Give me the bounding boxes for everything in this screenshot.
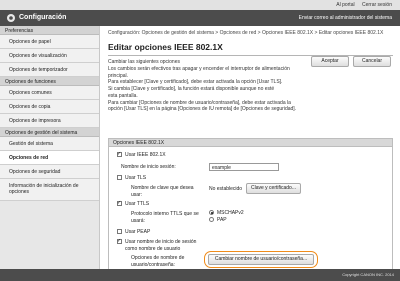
- sidebar-item-display[interactable]: Opciones de visualización: [0, 49, 99, 63]
- settings-gear-icon: [7, 14, 15, 22]
- app-title: Configuración: [19, 14, 67, 21]
- sidebar-item-timer[interactable]: Opciones de temporizador: [0, 63, 99, 77]
- sidebar-item-common[interactable]: Opciones comunes: [0, 86, 99, 100]
- use-ttls-label: Usar TTLS: [125, 201, 150, 207]
- sidebar-section-system: Opciones de gestión del sistema: [0, 128, 99, 137]
- userpass-label: Opciones de nombre de: [131, 255, 185, 261]
- logout-link[interactable]: Cerrar sesión: [362, 2, 392, 8]
- sidebar-item-network[interactable]: Opciones de red: [0, 151, 99, 165]
- title-divider: [108, 55, 393, 56]
- app-header: Configuración Enviar correo al administr…: [0, 10, 400, 26]
- page-title: Editar opciones IEEE 802.1X: [108, 42, 223, 52]
- login-name-input[interactable]: example: [209, 163, 279, 171]
- top-link-bar: Al portal Cerrar sesión: [0, 0, 400, 10]
- use-login-as-username-checkbox[interactable]: [117, 238, 122, 244]
- use-ieee-checkbox[interactable]: [117, 151, 122, 157]
- sidebar-section-functions: Opciones de funciones: [0, 77, 99, 86]
- key-name-label-line2: usar:: [131, 192, 143, 198]
- change-username-password-button[interactable]: Cambiar nombre de usuario/contraseña...: [208, 254, 314, 265]
- ok-button[interactable]: Aceptar: [311, 56, 349, 67]
- sidebar: Preferencias Opciones de papel Opciones …: [0, 26, 100, 269]
- userpass-label-line2: usuario/contraseña:: [131, 262, 175, 268]
- sidebar-item-copy[interactable]: Opciones de copia: [0, 100, 99, 114]
- portal-link[interactable]: Al portal: [336, 2, 354, 8]
- mschapv2-label: MSCHAPv2: [217, 210, 244, 216]
- copyright-text: Copyright CANON INC. 2014: [342, 272, 394, 277]
- pap-radio[interactable]: [209, 217, 214, 222]
- use-ttls-checkbox[interactable]: [117, 200, 122, 206]
- key-certificate-button[interactable]: Clave y certificado...: [246, 183, 301, 194]
- login-name-label: Nombre de inicio sesión:: [121, 164, 176, 170]
- sidebar-item-security[interactable]: Opciones de seguridad: [0, 165, 99, 179]
- ttls-protocol-label: Protocolo interno TTLS que se: [131, 211, 199, 217]
- use-ieee-label: Usar IEEE 802.1X: [125, 152, 166, 158]
- use-login-as-username-label: Usar nombre de inicio de sesión: [125, 239, 197, 245]
- use-tls-label: Usar TLS: [125, 175, 147, 181]
- breadcrumb: Configuración: Opciones de gestión del s…: [108, 30, 384, 36]
- use-tls-checkbox[interactable]: [117, 175, 122, 180]
- footer: Copyright CANON INC. 2014: [0, 269, 400, 281]
- cancel-button[interactable]: Cancelar: [353, 56, 391, 67]
- use-peap-label: Usar PEAP: [125, 229, 151, 235]
- key-name-label: Nombre de clave que desea: [131, 185, 194, 191]
- sidebar-item-printer[interactable]: Opciones de impresora: [0, 114, 99, 128]
- description-text: Cambiar las siguientes opciones Los camb…: [108, 59, 297, 113]
- mschapv2-radio[interactable]: [209, 210, 214, 215]
- mail-admin-link[interactable]: Enviar correo al administrador del siste…: [299, 15, 392, 21]
- use-peap-checkbox[interactable]: [117, 229, 122, 234]
- sidebar-item-paper[interactable]: Opciones de papel: [0, 35, 99, 49]
- use-login-as-username-label-line2: como nombre de usuario: [125, 246, 181, 252]
- ttls-protocol-label-line2: usará:: [131, 218, 145, 224]
- main-content: Configuración: Opciones de gestión del s…: [101, 26, 400, 272]
- ieee-settings-panel: Usar IEEE 802.1X Nombre de inicio sesión…: [108, 147, 393, 272]
- pap-label: PAP: [217, 217, 227, 223]
- sidebar-item-system-management[interactable]: Gestión del sistema: [0, 137, 99, 151]
- sidebar-item-init-info[interactable]: Información de inicialización de opcione…: [0, 179, 99, 201]
- sidebar-section-preferences: Preferencias: [0, 26, 99, 35]
- key-status-text: No establecido: [209, 186, 243, 192]
- section-header-ieee: Opciones IEEE 802.1X: [108, 138, 393, 147]
